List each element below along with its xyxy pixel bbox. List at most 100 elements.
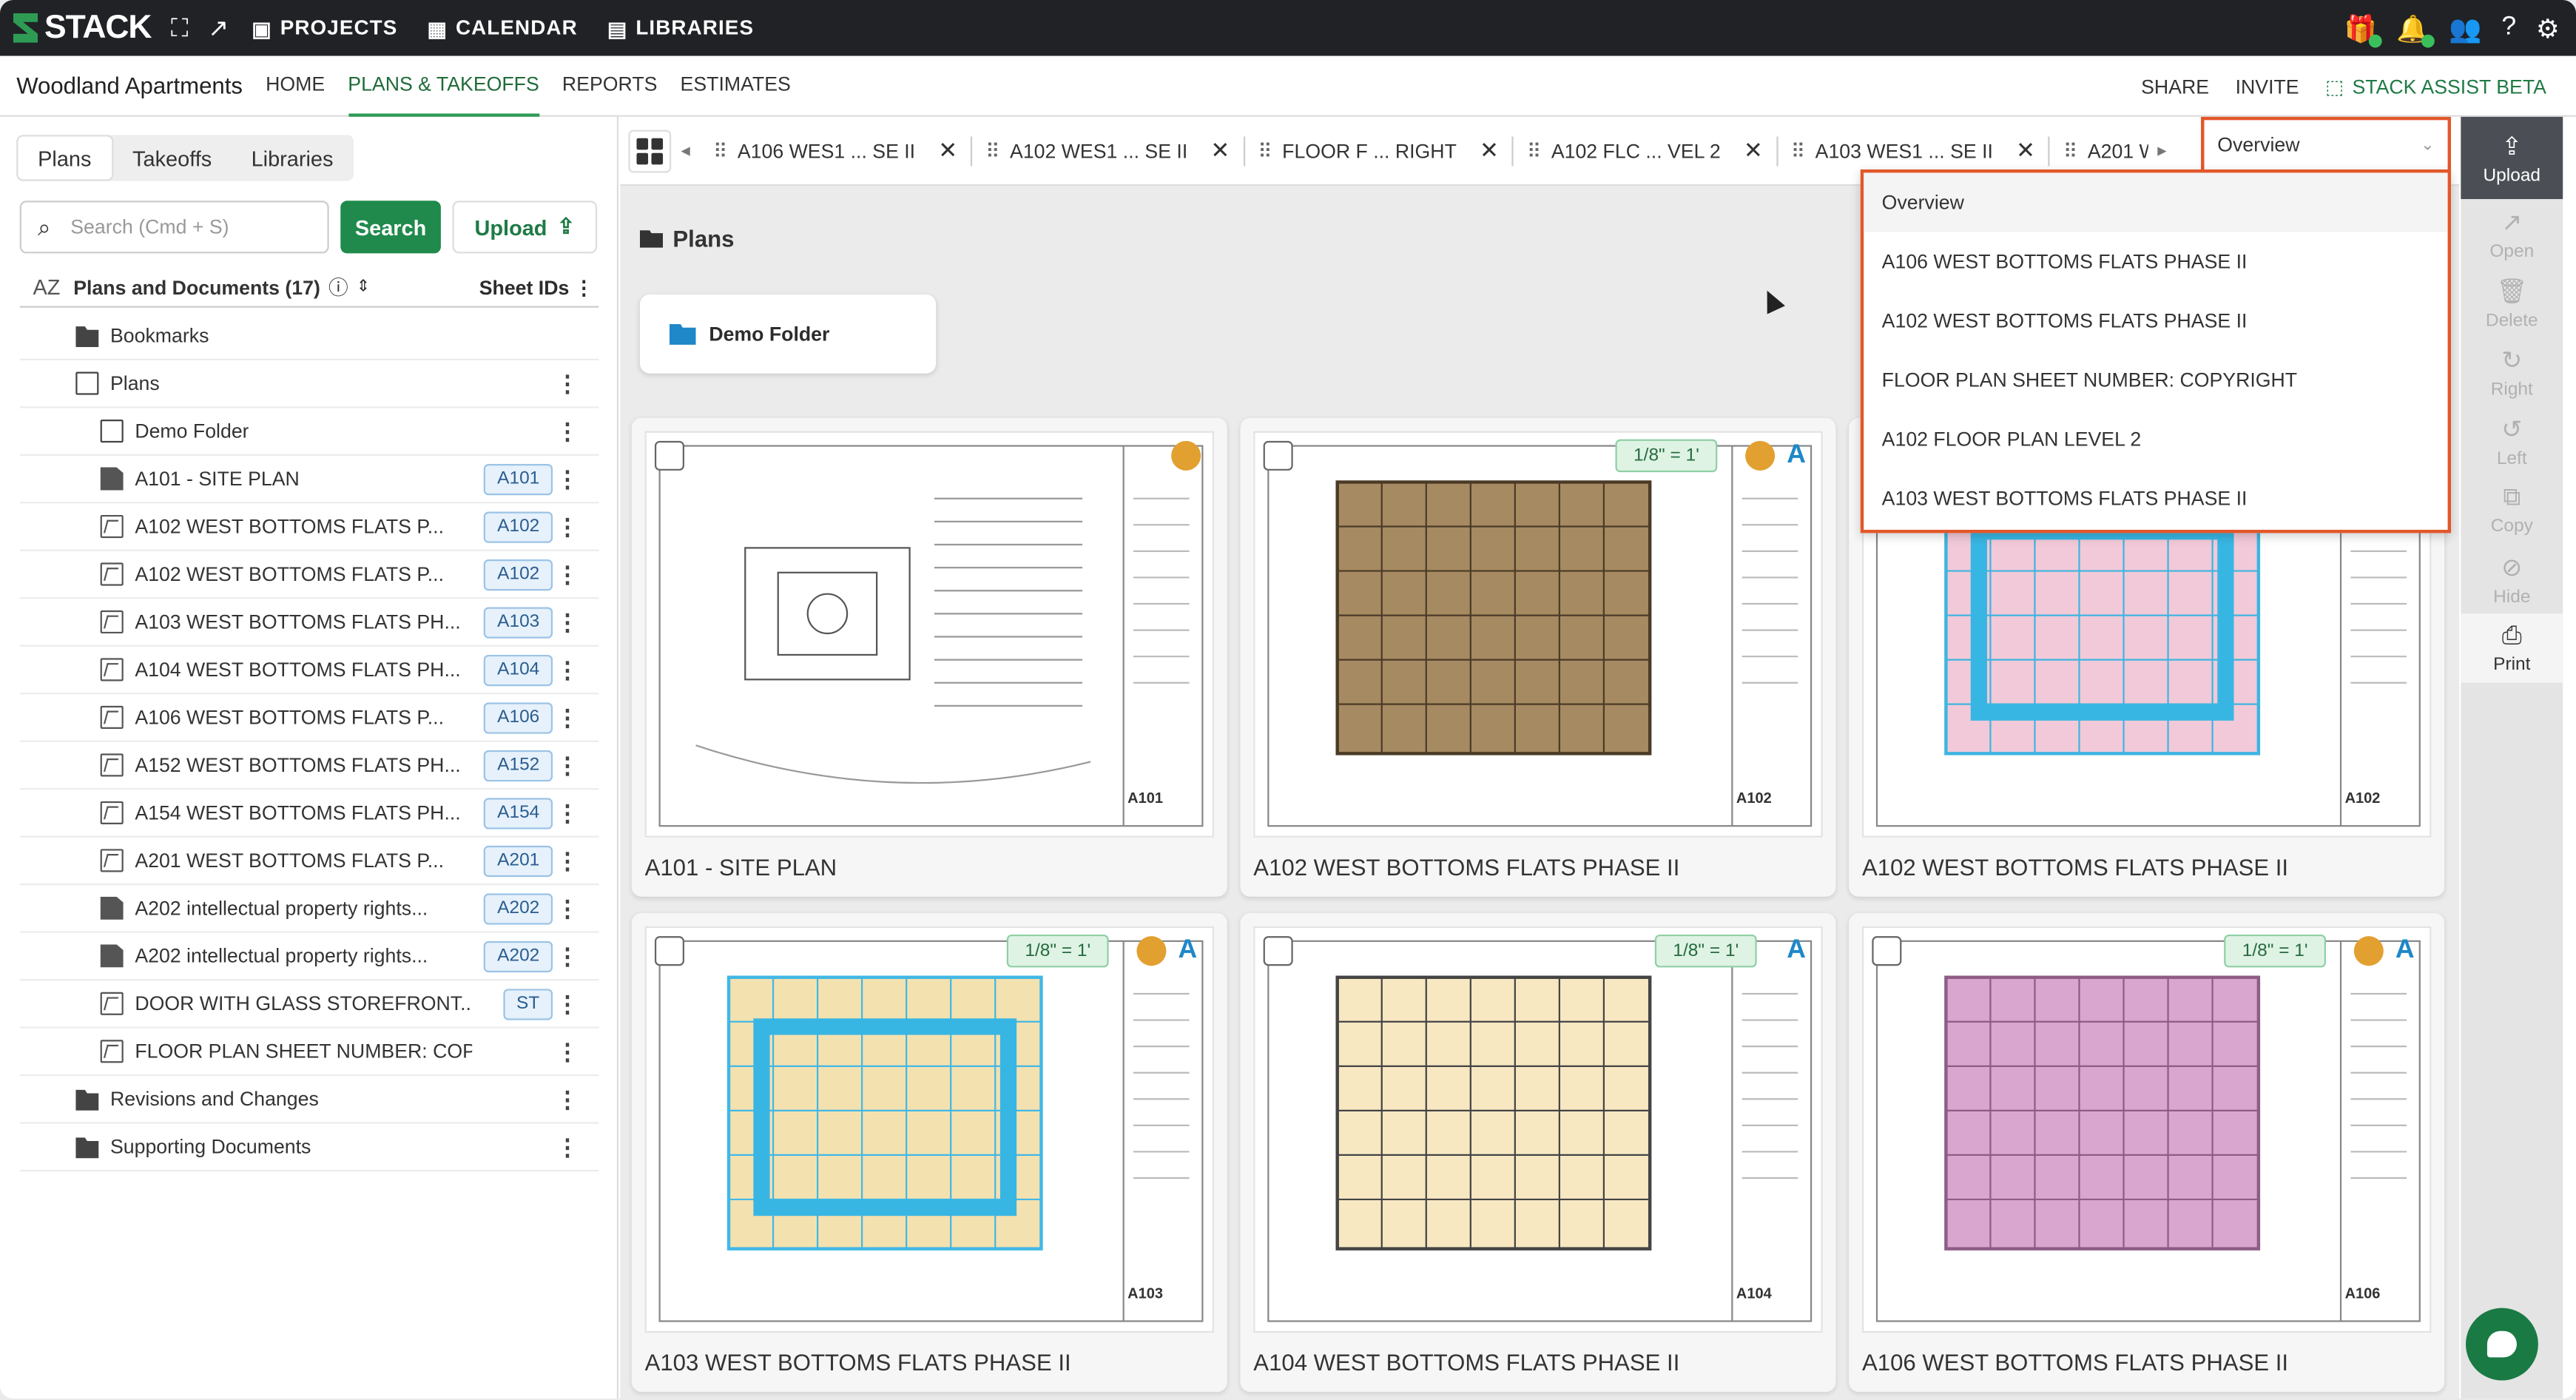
sidebar-upload[interactable]: ⇪ Upload: [2461, 116, 2563, 200]
close-tab-icon[interactable]: ✕: [1480, 137, 1499, 165]
takeoff-icon[interactable]: A: [1171, 935, 1204, 967]
subnav-plans-takeoffs[interactable]: PLANS & TAKEOFFS: [348, 55, 539, 116]
drag-handle-icon[interactable]: ⠿: [2063, 139, 2078, 162]
sidebar-delete[interactable]: 🗑 Delete: [2461, 268, 2563, 337]
close-tab-icon[interactable]: ✕: [1744, 137, 1763, 165]
tree-item[interactable]: A104 WEST BOTTOMS FLATS PH... A104 ⋮: [19, 647, 599, 695]
sidebar-rotate-right[interactable]: ↻ Right: [2461, 337, 2563, 406]
user-settings-icon[interactable]: ⚙: [2536, 13, 2560, 46]
grid-view-icon[interactable]: [628, 129, 672, 172]
takeoff-icon[interactable]: A: [1780, 440, 1813, 472]
tree-item[interactable]: A102 WEST BOTTOMS FLATS P... A102 ⋮: [19, 503, 599, 551]
tabs-right-arrow-icon[interactable]: ▸: [2157, 140, 2166, 161]
select-checkbox[interactable]: [654, 936, 684, 966]
file-tab[interactable]: ⠿ FLOOR F ... RIGHT ✕: [1244, 135, 1514, 166]
more-menu-icon[interactable]: ⋮: [556, 1037, 579, 1066]
fullscreen-icon[interactable]: ⛶: [171, 14, 188, 42]
more-menu-icon[interactable]: ⋮: [556, 847, 579, 875]
close-tab-icon[interactable]: ✕: [938, 137, 957, 165]
more-menu-icon[interactable]: ⋮: [556, 417, 579, 445]
tabs-left-arrow-icon[interactable]: ◂: [681, 140, 690, 161]
takeoff-icon[interactable]: A: [1780, 935, 1813, 967]
more-menu-icon[interactable]: ⋮: [556, 560, 579, 588]
dropdown-option[interactable]: A106 WEST BOTTOMS FLATS PHASE II: [1864, 232, 2447, 292]
file-tab[interactable]: ⠿ A102 FLC ... VEL 2 ✕: [1514, 135, 1778, 166]
share-link[interactable]: SHARE: [2141, 75, 2209, 98]
external-link-icon[interactable]: ↗: [208, 13, 229, 43]
sort-toggle-icon[interactable]: ⇕: [357, 278, 371, 296]
sheet-ids-label[interactable]: Sheet IDs: [479, 275, 570, 298]
drag-handle-icon[interactable]: ⠿: [1258, 139, 1272, 162]
file-tab[interactable]: ⠿ A103 WES1 ... SE II ✕: [1778, 135, 2051, 166]
more-menu-icon[interactable]: ⋮: [556, 799, 579, 827]
plan-card[interactable]: A106 1/8" = 1' A A106 WEST BOTTOMS FLATS PH…: [1849, 913, 2445, 1393]
tree-item[interactable]: Supporting Documents ⋮: [19, 1124, 599, 1172]
gift-icon[interactable]: 🎁: [2344, 13, 2382, 48]
view-select[interactable]: Overview ⌄: [2201, 116, 2452, 173]
drag-handle-icon[interactable]: ⠿: [1527, 139, 1542, 162]
more-menu-icon[interactable]: ⋮: [556, 465, 579, 493]
sidebar-copy[interactable]: ⧉ Copy: [2461, 476, 2563, 545]
project-title[interactable]: Woodland Apartments: [16, 73, 243, 99]
more-menu-icon[interactable]: ⋮: [556, 608, 579, 636]
takeoff-icon[interactable]: A: [2389, 935, 2421, 967]
team-icon[interactable]: 👥: [2449, 13, 2481, 46]
file-tab[interactable]: ⠿ A106 WES1 ... SE II ✕: [700, 135, 973, 166]
more-menu-icon[interactable]: ⋮: [556, 1085, 579, 1113]
sort-az-icon[interactable]: AZ: [33, 275, 60, 299]
more-menu-icon[interactable]: ⋮: [556, 989, 579, 1017]
tree-item[interactable]: A101 - SITE PLAN A101 ⋮: [19, 456, 599, 504]
tree-item[interactable]: A202 intellectual property rights... A202…: [19, 885, 599, 933]
more-menu-icon[interactable]: ⋮: [556, 369, 579, 397]
close-tab-icon[interactable]: ✕: [2016, 137, 2035, 165]
file-tab[interactable]: ⠿ A102 WES1 ... SE II ✕: [972, 135, 1245, 166]
more-menu-icon[interactable]: ⋮: [556, 704, 579, 732]
more-menu-icon[interactable]: ⋮: [556, 751, 579, 779]
subnav-home[interactable]: HOME: [266, 55, 325, 115]
help-icon[interactable]: ?: [2501, 13, 2516, 46]
tree-item[interactable]: A152 WEST BOTTOMS FLATS PH... A152 ⋮: [19, 742, 599, 790]
subnav-reports[interactable]: REPORTS: [562, 55, 658, 115]
tree-item[interactable]: FLOOR PLAN SHEET NUMBER: COPYRIG... ⋮: [19, 1029, 599, 1077]
plan-card[interactable]: A101 A101 - SITE PLAN: [631, 417, 1227, 897]
more-menu-icon[interactable]: ⋮: [556, 1133, 579, 1161]
dropdown-option[interactable]: Overview: [1864, 172, 2448, 232]
upload-button[interactable]: Upload ⇪: [452, 201, 598, 254]
dropdown-option[interactable]: FLOOR PLAN SHEET NUMBER: COPYRIGHT: [1864, 351, 2447, 410]
tree-item[interactable]: A202 intellectual property rights... A202…: [19, 933, 599, 981]
nav-projects[interactable]: ▣ PROJECTS: [252, 16, 397, 40]
plan-card[interactable]: A104 1/8" = 1' A A104 WEST BOTTOMS FLATS PH…: [1240, 913, 1836, 1393]
stack-logo[interactable]: STACK: [13, 9, 152, 47]
drag-handle-icon[interactable]: ⠿: [1791, 139, 1806, 162]
list-menu-icon[interactable]: ⋮: [574, 275, 594, 298]
sidebar-hide[interactable]: ⊘ Hide: [2461, 545, 2563, 613]
nav-libraries[interactable]: ▤ LIBRARIES: [607, 16, 754, 40]
tab-takeoffs[interactable]: Takeoffs: [112, 135, 232, 181]
plan-thumbnail[interactable]: A106: [1862, 926, 2432, 1333]
sidebar-rotate-left[interactable]: ↺ Left: [2461, 406, 2563, 475]
tree-item[interactable]: Bookmarks: [19, 312, 599, 360]
more-menu-icon[interactable]: ⋮: [556, 894, 579, 922]
plan-thumbnail[interactable]: A102: [1253, 431, 1823, 838]
subnav-estimates[interactable]: ESTIMATES: [681, 55, 791, 115]
select-checkbox[interactable]: [654, 440, 684, 471]
sidebar-open[interactable]: ↗ Open: [2461, 199, 2563, 268]
tab-plans[interactable]: Plans: [16, 135, 113, 181]
more-menu-icon[interactable]: ⋮: [556, 942, 579, 970]
nav-calendar[interactable]: ▦ CALENDAR: [427, 16, 577, 40]
stack-assist-button[interactable]: ⬚ STACK ASSIST BETA: [2325, 75, 2546, 98]
tree-item[interactable]: A154 WEST BOTTOMS FLATS PH... A154 ⋮: [19, 790, 599, 838]
select-checkbox[interactable]: [1263, 440, 1293, 471]
plan-thumbnail[interactable]: A104: [1253, 926, 1823, 1333]
tree-item[interactable]: Demo Folder ⋮: [19, 408, 599, 456]
search-input[interactable]: ⌕ Search (Cmd + S): [19, 201, 329, 254]
tree-item[interactable]: Revisions and Changes ⋮: [19, 1076, 599, 1124]
more-menu-icon[interactable]: ⋮: [556, 656, 579, 684]
dropdown-option[interactable]: A102 FLOOR PLAN LEVEL 2: [1864, 410, 2447, 469]
file-tab[interactable]: ⠿ A201 WES1 ... SE: [2050, 135, 2148, 165]
demo-folder-card[interactable]: Demo Folder: [639, 295, 937, 374]
tree-item[interactable]: A103 WEST BOTTOMS FLATS PH... A103 ⋮: [19, 599, 599, 647]
tree-item[interactable]: DOOR WITH GLASS STOREFRONT... ST ⋮: [19, 980, 599, 1029]
dropdown-option[interactable]: A102 WEST BOTTOMS FLATS PHASE II: [1864, 292, 2447, 351]
close-tab-icon[interactable]: ✕: [1210, 137, 1230, 165]
